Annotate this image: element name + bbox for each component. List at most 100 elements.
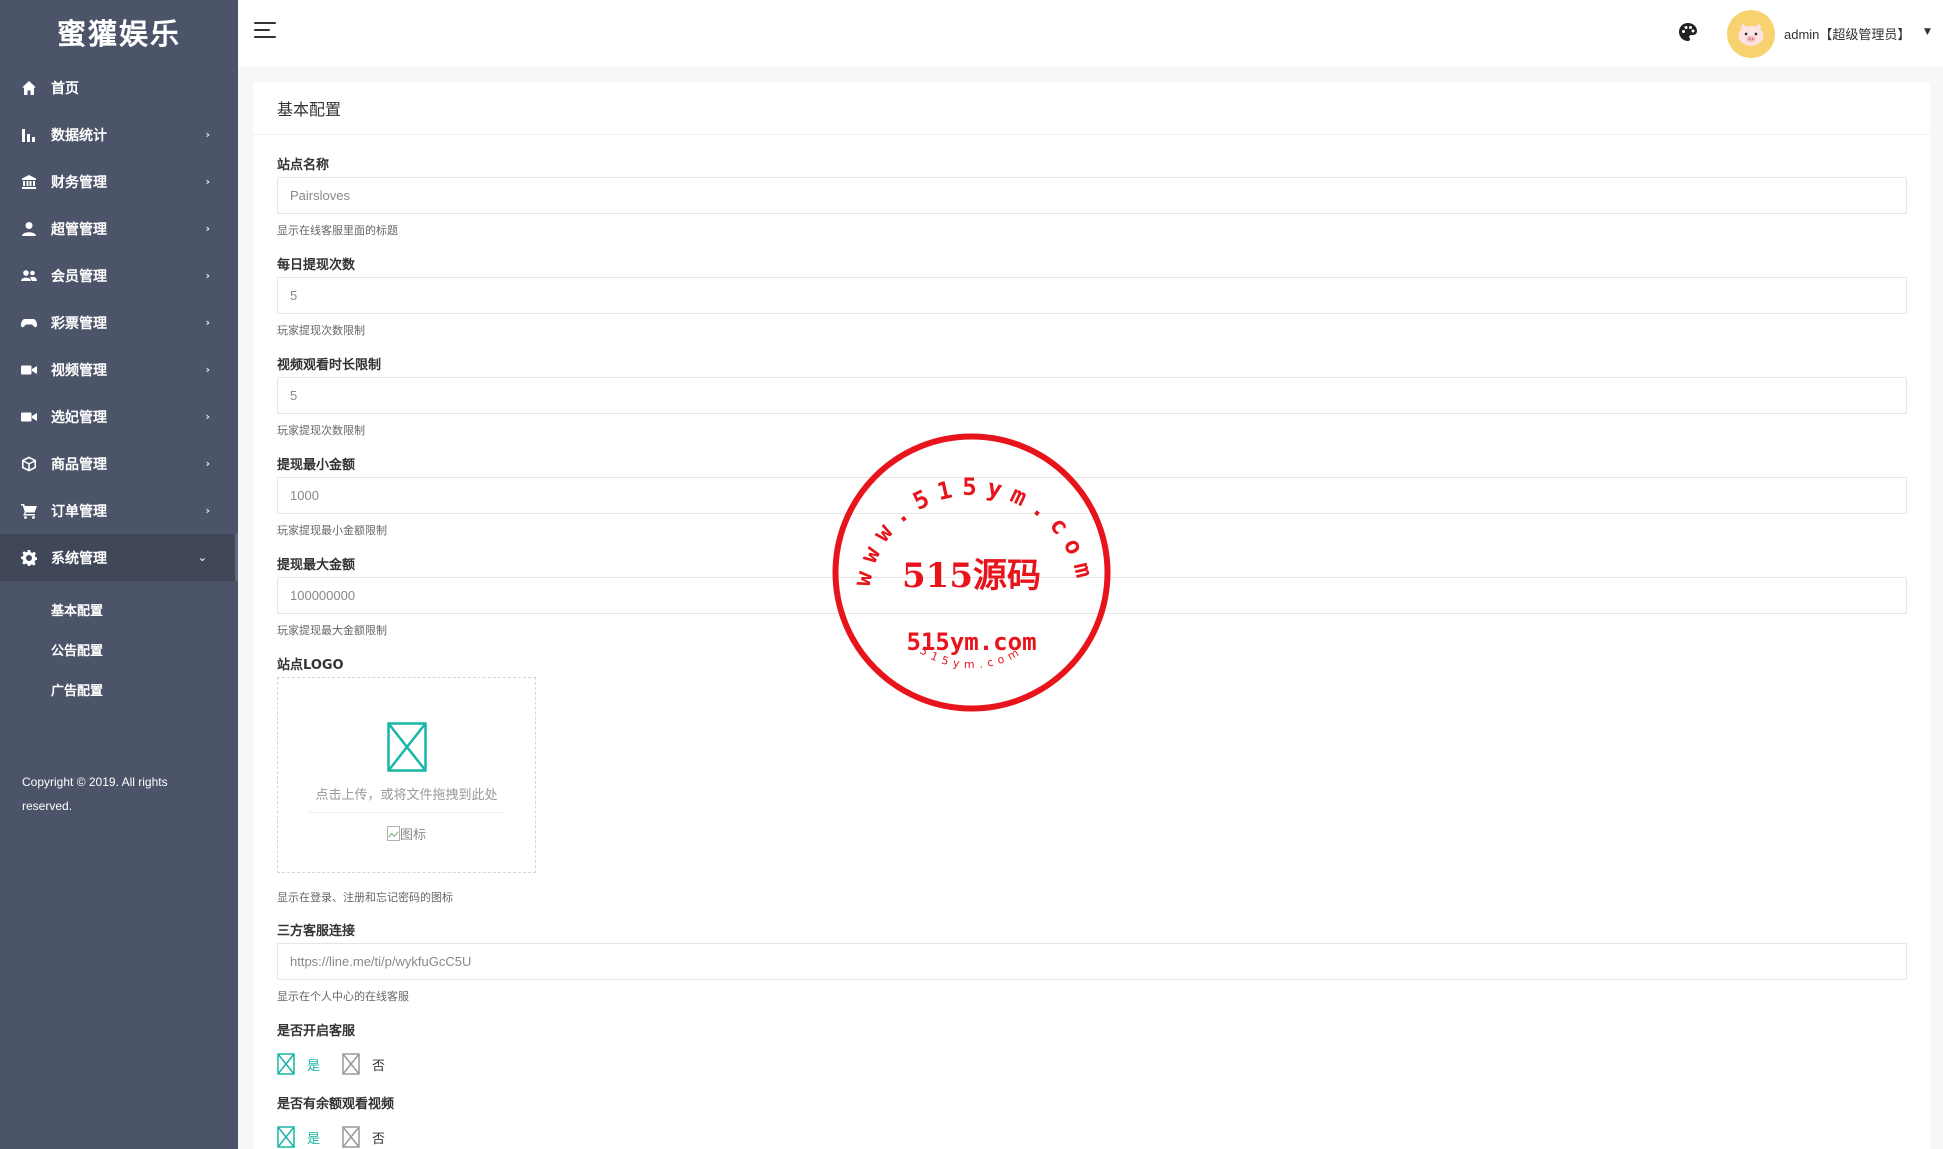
sidebar-item-lottery[interactable]: 彩票管理 ›	[0, 299, 238, 346]
upload-divider	[308, 812, 505, 813]
service-link-help: 显示在个人中心的在线客服	[277, 990, 409, 1003]
sidebar-nav: 首页 数据统计 › 财务管理 › 超管管理 › 会员管理 › 彩票管理 › 视频…	[0, 64, 238, 581]
sidebar-item-label: 超管管理	[51, 221, 107, 238]
submenu-item-notice-config[interactable]: 公告配置	[0, 629, 238, 669]
sidebar-item-products[interactable]: 商品管理 ›	[0, 440, 238, 487]
max-withdraw-label: 提现最大金额	[277, 558, 356, 573]
upload-icon	[387, 722, 427, 772]
service-enable-radio-group: 是 否	[277, 1053, 407, 1075]
sidebar-item-selection[interactable]: 选妃管理 ›	[0, 393, 238, 440]
sidebar-item-videos[interactable]: 视频管理 ›	[0, 346, 238, 393]
min-withdraw-label: 提现最小金额	[277, 458, 356, 473]
radio-label: 否	[372, 1058, 386, 1074]
chevron-right-icon: ›	[205, 127, 210, 141]
daily-withdraw-label: 每日提现次数	[277, 258, 356, 273]
logo-preview-image: 图标	[278, 824, 535, 843]
upload-hint: 点击上传，或将文件拖拽到此处	[315, 788, 498, 803]
submenu-item-ad-config[interactable]: 广告配置	[0, 669, 238, 709]
sidebar-submenu: 基本配置 公告配置 广告配置	[0, 581, 238, 709]
logo-upload-area[interactable]: 点击上传，或将文件拖拽到此处 图标	[277, 677, 536, 873]
home-icon	[20, 79, 38, 97]
user-icon	[20, 220, 38, 238]
site-name-input[interactable]	[277, 177, 1907, 214]
service-enable-no-radio[interactable]: 否	[342, 1053, 385, 1075]
service-link-input[interactable]	[277, 943, 1907, 980]
sidebar-item-label: 彩票管理	[51, 315, 107, 332]
balance-video-label: 是否有余额观看视频	[277, 1097, 395, 1112]
sidebar-item-finance[interactable]: 财务管理 ›	[0, 158, 238, 205]
users-icon	[20, 267, 38, 285]
box-icon	[20, 455, 38, 473]
chevron-right-icon: ›	[205, 409, 210, 423]
sidebar-item-label: 财务管理	[51, 174, 107, 191]
chevron-right-icon: ›	[205, 221, 210, 235]
radio-unchecked-icon	[342, 1053, 360, 1075]
gear-icon	[20, 549, 38, 567]
sidebar-item-label: 商品管理	[51, 456, 107, 473]
config-card: 基本配置 站点名称 显示在线客服里面的标题 每日提现次数 玩家提现次数限制 视频…	[253, 82, 1930, 1149]
sidebar-item-label: 会员管理	[51, 268, 107, 285]
bank-icon	[20, 173, 38, 191]
broken-image-icon	[386, 826, 400, 841]
radio-label: 是	[307, 1131, 321, 1147]
hamburger-line	[254, 36, 276, 38]
hamburger-line	[254, 29, 270, 31]
max-withdraw-help: 玩家提现最大金额限制	[277, 624, 387, 637]
video-icon	[20, 408, 38, 426]
min-withdraw-help: 玩家提现最小金额限制	[277, 524, 387, 537]
balance-video-radio-group: 是 否	[277, 1126, 407, 1148]
daily-withdraw-help: 玩家提现次数限制	[277, 324, 365, 337]
avatar[interactable]	[1727, 10, 1775, 58]
chevron-right-icon: ›	[205, 315, 210, 329]
chevron-down-icon: ⌄	[197, 550, 207, 564]
chevron-right-icon: ›	[205, 362, 210, 376]
radio-label: 否	[372, 1131, 386, 1147]
page-title: 基本配置	[253, 82, 1930, 135]
radio-label: 是	[307, 1058, 321, 1074]
bar-chart-icon	[20, 126, 38, 144]
pig-face-icon	[1738, 23, 1764, 46]
video-duration-help: 玩家提现次数限制	[277, 424, 365, 437]
site-name-help: 显示在线客服里面的标题	[277, 224, 398, 237]
user-menu[interactable]: admin【超级管理员】	[1784, 24, 1910, 43]
hamburger-line	[254, 22, 276, 24]
service-enable-yes-radio[interactable]: 是	[277, 1053, 320, 1075]
radio-checked-icon	[277, 1053, 295, 1075]
sidebar: 蜜獾娱乐 首页 数据统计 › 财务管理 › 超管管理 › 会员管理 › 彩票管理	[0, 0, 238, 1149]
sidebar-item-label: 选妃管理	[51, 409, 107, 426]
top-header: admin【超级管理员】 ▼	[238, 0, 1943, 66]
video-icon	[20, 361, 38, 379]
theme-palette-icon[interactable]	[1678, 22, 1698, 42]
service-link-label: 三方客服连接	[277, 924, 356, 939]
video-duration-input[interactable]	[277, 377, 1907, 414]
submenu-item-basic-config[interactable]: 基本配置	[0, 589, 238, 629]
radio-checked-icon	[277, 1126, 295, 1148]
sidebar-item-label: 数据统计	[51, 127, 107, 144]
balance-video-yes-radio[interactable]: 是	[277, 1126, 320, 1148]
sidebar-item-members[interactable]: 会员管理 ›	[0, 252, 238, 299]
video-duration-label: 视频观看时长限制	[277, 358, 382, 373]
site-logo-help: 显示在登录、注册和忘记密码的图标	[277, 891, 453, 904]
sidebar-item-statistics[interactable]: 数据统计 ›	[0, 111, 238, 158]
sidebar-item-system[interactable]: 系统管理 ⌄	[0, 534, 238, 581]
max-withdraw-input[interactable]	[277, 577, 1907, 614]
sidebar-item-home[interactable]: 首页	[0, 64, 238, 111]
sidebar-item-label: 视频管理	[51, 362, 107, 379]
caret-down-icon[interactable]: ▼	[1924, 27, 1931, 37]
radio-unchecked-icon	[342, 1126, 360, 1148]
sidebar-item-admins[interactable]: 超管管理 ›	[0, 205, 238, 252]
cart-icon	[20, 502, 38, 520]
chevron-right-icon: ›	[205, 268, 210, 282]
chevron-right-icon: ›	[205, 456, 210, 470]
chevron-right-icon: ›	[205, 503, 210, 517]
balance-video-no-radio[interactable]: 否	[342, 1126, 385, 1148]
sidebar-item-orders[interactable]: 订单管理 ›	[0, 487, 238, 534]
daily-withdraw-input[interactable]	[277, 277, 1907, 314]
sidebar-item-label: 订单管理	[51, 503, 107, 520]
min-withdraw-input[interactable]	[277, 477, 1907, 514]
sidebar-item-label: 首页	[51, 80, 79, 97]
logo-preview-alt: 图标	[399, 828, 426, 843]
menu-toggle-button[interactable]	[254, 22, 276, 42]
sidebar-item-label: 系统管理	[51, 550, 107, 567]
site-logo-label: 站点LOGO	[277, 658, 344, 673]
